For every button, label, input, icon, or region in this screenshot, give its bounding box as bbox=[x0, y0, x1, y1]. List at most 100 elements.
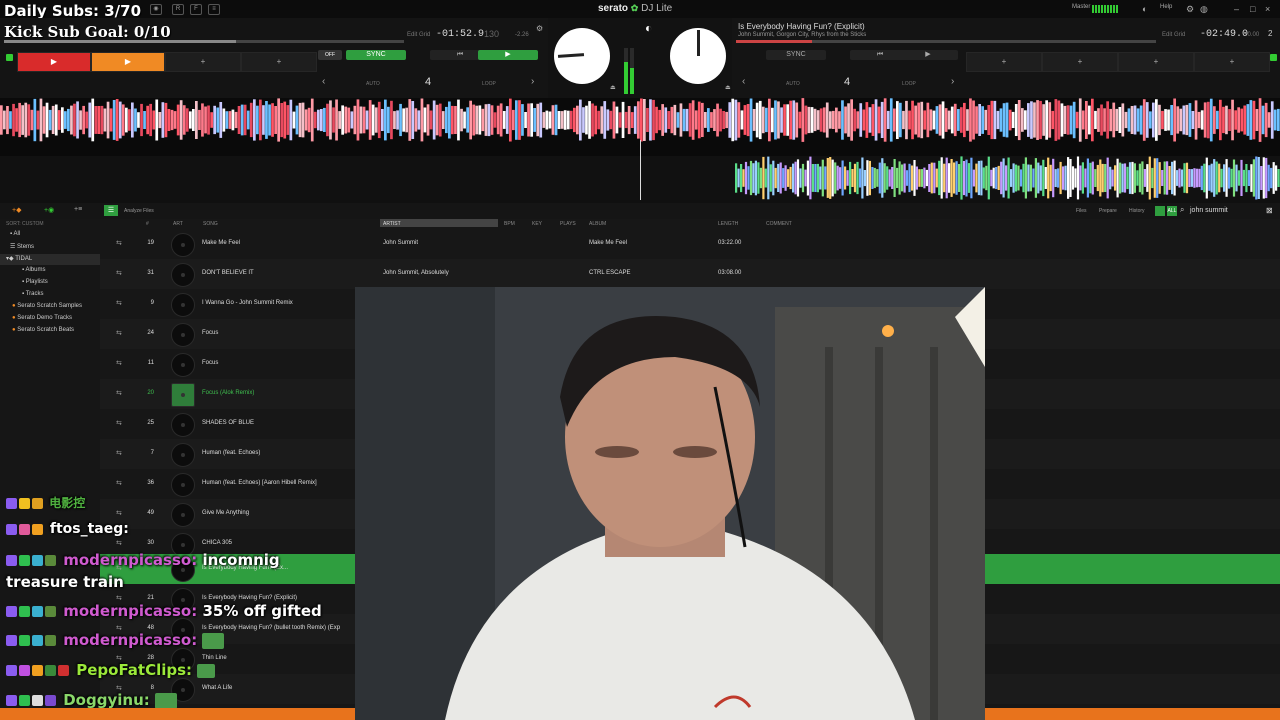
deck-left-edit-grid[interactable]: Edit Grid bbox=[407, 32, 430, 38]
chat-badge-icon bbox=[19, 555, 30, 566]
deck-left-off-button[interactable]: OFF bbox=[318, 50, 342, 60]
add-crate-icon[interactable]: +◆ bbox=[12, 206, 21, 214]
settings-gear-icon[interactable]: ⚙ bbox=[1186, 4, 1194, 15]
rec-icon[interactable]: R bbox=[172, 4, 184, 15]
sync-clock-icon[interactable]: ◐ bbox=[1142, 4, 1147, 14]
deck-left-loop-prev-icon[interactable]: ‹ bbox=[322, 76, 325, 87]
add-smart-crate-icon[interactable]: +◉ bbox=[44, 206, 54, 214]
deck-left-auto-label[interactable]: AUTO bbox=[366, 81, 380, 87]
deck-right-hotcue-2[interactable]: + bbox=[1042, 52, 1118, 72]
minimize-icon[interactable]: – bbox=[1234, 4, 1239, 14]
library-icon[interactable]: ≡ bbox=[208, 4, 220, 15]
tidal-icon: ▾◆ bbox=[6, 256, 16, 262]
deck-right-hotcue-3[interactable]: + bbox=[1118, 52, 1194, 72]
prepare-button[interactable]: Prepare bbox=[1099, 208, 1117, 214]
all-toggle[interactable]: ALL bbox=[1167, 206, 1177, 216]
deck-left-sync-button[interactable]: SYNC bbox=[346, 50, 406, 60]
hotcue-3[interactable]: + bbox=[165, 52, 241, 72]
album-art bbox=[171, 353, 195, 377]
deck-right-platter[interactable] bbox=[670, 28, 726, 84]
maximize-icon[interactable]: □ bbox=[1250, 4, 1255, 14]
filter-toggle[interactable] bbox=[1155, 206, 1165, 216]
sidebar-item-stems[interactable]: ☰ Stems bbox=[10, 243, 34, 250]
record-icon[interactable]: ◉ bbox=[150, 4, 162, 15]
track-album: CTRL ESCAPE bbox=[589, 270, 631, 276]
table-row[interactable]: ⇆ 31 DON'T BELIEVE IT John Summit, Absolute… bbox=[100, 259, 1280, 289]
files-button[interactable]: Files bbox=[1076, 208, 1087, 214]
sidebar-item-tidal[interactable]: ▾◆ TIDAL bbox=[6, 255, 32, 262]
load-track-icon[interactable]: ⇆ bbox=[116, 509, 122, 517]
fx-icon[interactable]: F bbox=[190, 4, 202, 15]
column-header-art[interactable]: ART bbox=[173, 221, 183, 227]
load-track-icon[interactable]: ⇆ bbox=[116, 419, 122, 427]
column-header-number[interactable]: # bbox=[146, 221, 149, 227]
table-row[interactable]: ⇆ 19 Make Me Feel John Summit Make Me Feel 03… bbox=[100, 229, 1280, 259]
close-icon[interactable]: × bbox=[1265, 4, 1270, 14]
deck-right-loop-label[interactable]: LOOP bbox=[902, 81, 916, 87]
hotcue-4[interactable]: + bbox=[241, 52, 317, 72]
search-input[interactable]: john summit bbox=[1190, 207, 1228, 214]
track-number: 30 bbox=[147, 540, 154, 546]
deck-right-edit-grid[interactable]: Edit Grid bbox=[1162, 32, 1185, 38]
deck-right-progress[interactable] bbox=[736, 40, 1156, 43]
load-track-icon[interactable]: ⇆ bbox=[116, 329, 122, 337]
deck-left-platter[interactable] bbox=[554, 28, 610, 84]
load-track-icon[interactable]: ⇆ bbox=[116, 299, 122, 307]
sidebar-item-demo-tracks[interactable]: ● Serato Demo Tracks bbox=[12, 315, 72, 321]
deck-left-play-button[interactable]: ▶ bbox=[478, 50, 538, 60]
deck-right-hotcue-4[interactable]: + bbox=[1194, 52, 1270, 72]
deck-right-loop-next-icon[interactable]: › bbox=[951, 76, 954, 87]
help-menu[interactable]: Help bbox=[1160, 4, 1172, 10]
load-track-icon[interactable]: ⇆ bbox=[116, 389, 122, 397]
track-length: 03:08.00 bbox=[718, 270, 742, 276]
column-header-length[interactable]: LENGTH bbox=[718, 221, 738, 227]
load-track-icon[interactable]: ⇆ bbox=[116, 539, 122, 547]
album-art bbox=[171, 473, 195, 497]
load-track-icon[interactable]: ⇆ bbox=[116, 359, 122, 367]
track-length: 03:22.00 bbox=[718, 240, 742, 246]
deck-left-bpm: 130 bbox=[484, 29, 500, 39]
analyze-files-button[interactable]: Analyze Files bbox=[124, 208, 154, 214]
load-track-icon[interactable]: ⇆ bbox=[116, 449, 122, 457]
deck-left-loop-next-icon[interactable]: › bbox=[531, 76, 534, 87]
column-header-artist[interactable]: ARTIST bbox=[383, 221, 401, 227]
load-track-icon[interactable]: ⇆ bbox=[116, 239, 122, 247]
deck-right-hotcue-1[interactable]: + bbox=[966, 52, 1042, 72]
load-track-icon[interactable]: ⇆ bbox=[116, 594, 122, 602]
chat-badge-icon bbox=[19, 523, 30, 535]
deck-left-options-icon[interactable]: ⚙ bbox=[536, 24, 543, 33]
clear-search-icon[interactable]: ⊠ bbox=[1266, 206, 1273, 215]
load-track-icon[interactable]: ⇆ bbox=[116, 269, 122, 277]
search-icon: ⌕ bbox=[1180, 205, 1185, 214]
list-view-icon[interactable]: ☰ bbox=[104, 205, 118, 216]
hotcue-2[interactable]: ▶ bbox=[91, 52, 165, 72]
sidebar-item-albums[interactable]: ▪ Albums bbox=[22, 267, 45, 273]
sidebar-item-playlists[interactable]: ▪ Playlists bbox=[22, 279, 48, 285]
deck-right-play-button[interactable]: ▶ bbox=[898, 50, 958, 60]
sidebar-item-all[interactable]: ▪ All bbox=[10, 231, 20, 237]
deck-right-auto-label[interactable]: AUTO bbox=[786, 81, 800, 87]
sidebar-item-scratch-samples[interactable]: ● Serato Scratch Samples bbox=[12, 303, 82, 309]
sidebar-item-tracks[interactable]: ▪ Tracks bbox=[22, 291, 43, 297]
column-header-song[interactable]: SONG bbox=[203, 221, 218, 227]
hotcue-1[interactable]: ▶ bbox=[17, 52, 91, 72]
deck-right-sync-button[interactable]: SYNC bbox=[766, 50, 826, 60]
column-header-bpm[interactable]: BPM bbox=[504, 221, 515, 227]
track-song: Human (feat. Echoes) [Aaron Hibell Remix… bbox=[202, 480, 317, 486]
deck-left-loop-label[interactable]: LOOP bbox=[482, 81, 496, 87]
sidebar-item-scratch-beats[interactable]: ● Serato Scratch Beats bbox=[12, 327, 74, 333]
deck-right-eject-icon[interactable]: ⏏ bbox=[725, 84, 731, 91]
column-header-album[interactable]: ALBUM bbox=[589, 221, 606, 227]
column-header-key[interactable]: KEY bbox=[532, 221, 542, 227]
deck-right-loop-prev-icon[interactable]: ‹ bbox=[742, 76, 745, 87]
deck-left-eject-icon[interactable]: ⏏ bbox=[610, 84, 616, 91]
history-button[interactable]: History bbox=[1129, 208, 1145, 214]
user-account-icon[interactable]: ◍ bbox=[1200, 4, 1208, 15]
sidebar-sort-header[interactable]: SORT: CUSTOM bbox=[6, 221, 44, 227]
crossfader-icon[interactable]: ◐ bbox=[645, 21, 652, 35]
column-header-plays[interactable]: PLAYS bbox=[560, 221, 576, 227]
add-subcrate-icon[interactable]: +≡ bbox=[74, 206, 82, 213]
right-volume-meter bbox=[630, 48, 634, 94]
column-header-comment[interactable]: COMMENT bbox=[766, 221, 792, 227]
load-track-icon[interactable]: ⇆ bbox=[116, 479, 122, 487]
